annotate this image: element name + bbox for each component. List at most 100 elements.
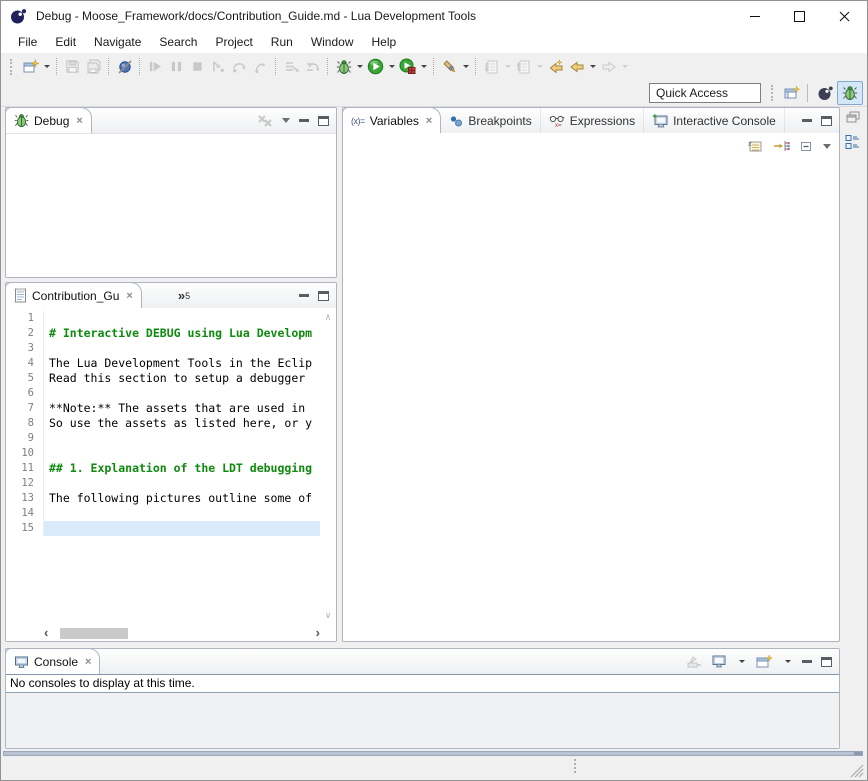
scrollbar-thumb[interactable] <box>60 628 128 639</box>
menubar-item[interactable]: Navigate <box>85 31 150 53</box>
tab-close-icon[interactable]: × <box>126 290 132 302</box>
run-dropdown[interactable] <box>386 56 397 78</box>
step-return-button[interactable] <box>250 56 271 78</box>
toolbar-grip[interactable] <box>10 59 16 75</box>
editor-line[interactable]: 12 <box>6 476 320 491</box>
scroll-left-icon[interactable]: ‹ <box>44 626 48 640</box>
next-annotation-dropdown[interactable] <box>502 56 513 78</box>
terminate-button[interactable] <box>187 56 208 78</box>
menubar-item[interactable]: Help <box>363 31 406 53</box>
editor-tab-overflow[interactable]: »5 <box>178 283 190 308</box>
toolbar-grip[interactable] <box>771 85 777 101</box>
outline-icon[interactable] <box>845 134 861 150</box>
sash-handle[interactable] <box>854 752 862 755</box>
skip-breakpoints-button[interactable] <box>114 56 135 78</box>
open-perspective-button[interactable] <box>781 82 802 104</box>
back-button[interactable] <box>566 56 587 78</box>
maximize-view-icon[interactable] <box>318 291 329 301</box>
status-drag-handle[interactable] <box>574 759 576 773</box>
pin-console-icon[interactable] <box>686 654 702 669</box>
tab-breakpoints[interactable]: Breakpoints <box>441 108 540 133</box>
editor-line[interactable]: 1 <box>6 311 320 326</box>
minimize-view-icon[interactable] <box>299 294 309 297</box>
maximize-button[interactable] <box>777 1 822 31</box>
editor-line[interactable]: 14 <box>6 506 320 521</box>
maximize-view-icon[interactable] <box>821 657 832 667</box>
maximize-view-icon[interactable] <box>318 116 329 126</box>
scroll-right-icon[interactable]: › <box>316 626 320 640</box>
prev-annotation-dropdown[interactable] <box>534 56 545 78</box>
menubar-item[interactable]: File <box>9 31 46 53</box>
show-type-names-icon[interactable]: x <box>747 138 764 154</box>
menubar-item[interactable]: Run <box>262 31 302 53</box>
view-menu-icon[interactable] <box>823 144 831 153</box>
step-through-filters-button[interactable] <box>302 56 323 78</box>
resize-grip-icon[interactable] <box>850 764 864 778</box>
profile-button[interactable] <box>397 56 418 78</box>
tab-interactive-console[interactable]: Interactive Console <box>644 108 785 133</box>
back-dropdown[interactable] <box>587 56 598 78</box>
debug-perspective-button[interactable] <box>837 81 863 105</box>
save-button[interactable] <box>62 56 83 78</box>
external-tools-dropdown[interactable] <box>460 56 471 78</box>
forward-dropdown[interactable] <box>619 56 630 78</box>
editor-line[interactable]: 11 ## 1. Explanation of the LDT debuggin… <box>6 461 320 476</box>
lua-perspective-button[interactable] <box>813 82 837 104</box>
show-logical-structures-icon[interactable] <box>773 138 790 154</box>
editor-line[interactable]: 3 <box>6 341 320 356</box>
editor-line[interactable]: 4 The Lua Development Tools in the Eclip <box>6 356 320 371</box>
editor-line[interactable]: 5 Read this section to setup a debugger <box>6 371 320 386</box>
external-tools-button[interactable] <box>439 56 460 78</box>
new-wizard-dropdown[interactable] <box>41 56 52 78</box>
debug-button[interactable] <box>333 56 354 78</box>
bottom-sash[interactable] <box>3 751 863 756</box>
tab-contribution-guide[interactable]: Contribution_Gu × <box>5 282 142 308</box>
profile-dropdown[interactable] <box>418 56 429 78</box>
new-wizard-button[interactable] <box>20 56 41 78</box>
editor-line[interactable]: 13 The following pictures outline some o… <box>6 491 320 506</box>
minimize-view-icon[interactable] <box>802 660 812 663</box>
step-into-button[interactable] <box>208 56 229 78</box>
editor-horizontal-scrollbar[interactable]: ‹ › <box>44 626 320 640</box>
menubar-item[interactable]: Edit <box>46 31 85 53</box>
tab-close-icon[interactable]: × <box>76 115 82 127</box>
editor-code-area[interactable]: 1 2 # Interactive DEBUG using Lua Develo… <box>6 308 320 625</box>
restore-icon[interactable] <box>846 111 860 124</box>
maximize-view-icon[interactable] <box>821 116 832 126</box>
tab-console[interactable]: Console × <box>5 648 100 674</box>
open-console-icon[interactable] <box>756 654 773 670</box>
tab-expressions[interactable]: x= Expressions <box>541 108 644 133</box>
menubar-item[interactable]: Project <box>206 31 261 53</box>
tab-close-icon[interactable]: × <box>426 115 432 127</box>
scroll-up-icon[interactable]: ∧ <box>325 312 332 323</box>
tab-close-icon[interactable]: × <box>85 656 91 668</box>
step-over-button[interactable] <box>229 56 250 78</box>
quick-access-input[interactable]: Quick Access <box>649 83 761 103</box>
menubar-item[interactable]: Search <box>150 31 206 53</box>
forward-button[interactable] <box>598 56 619 78</box>
menubar-item[interactable]: Window <box>302 31 363 53</box>
editor-line[interactable]: 2 # Interactive DEBUG using Lua Developm <box>6 326 320 341</box>
editor-line[interactable]: 10 <box>6 446 320 461</box>
collapse-all-icon[interactable] <box>799 139 814 154</box>
minimize-view-icon[interactable] <box>299 119 309 122</box>
scroll-down-icon[interactable]: ∨ <box>325 610 332 621</box>
display-console-icon[interactable] <box>711 654 727 669</box>
editor-line[interactable]: 7 **Note:** The assets that are used in <box>6 401 320 416</box>
prev-annotation-button[interactable] <box>513 56 534 78</box>
suspend-button[interactable] <box>166 56 187 78</box>
editor-line[interactable]: 15 <box>6 521 320 536</box>
editor-vertical-scrollbar[interactable]: ∧ ∨ <box>320 308 336 625</box>
debug-dropdown[interactable] <box>354 56 365 78</box>
tab-variables[interactable]: (x)= Variables × <box>342 107 441 133</box>
last-edit-location-button[interactable] <box>545 56 566 78</box>
run-button[interactable] <box>365 56 386 78</box>
editor-line[interactable]: 9 <box>6 431 320 446</box>
view-menu-icon[interactable] <box>282 118 290 127</box>
resume-button[interactable] <box>145 56 166 78</box>
save-all-button[interactable] <box>83 56 104 78</box>
display-console-dropdown[interactable] <box>736 651 747 673</box>
close-button[interactable] <box>822 1 867 31</box>
next-annotation-button[interactable] <box>481 56 502 78</box>
remove-terminated-icon[interactable] <box>257 114 273 128</box>
